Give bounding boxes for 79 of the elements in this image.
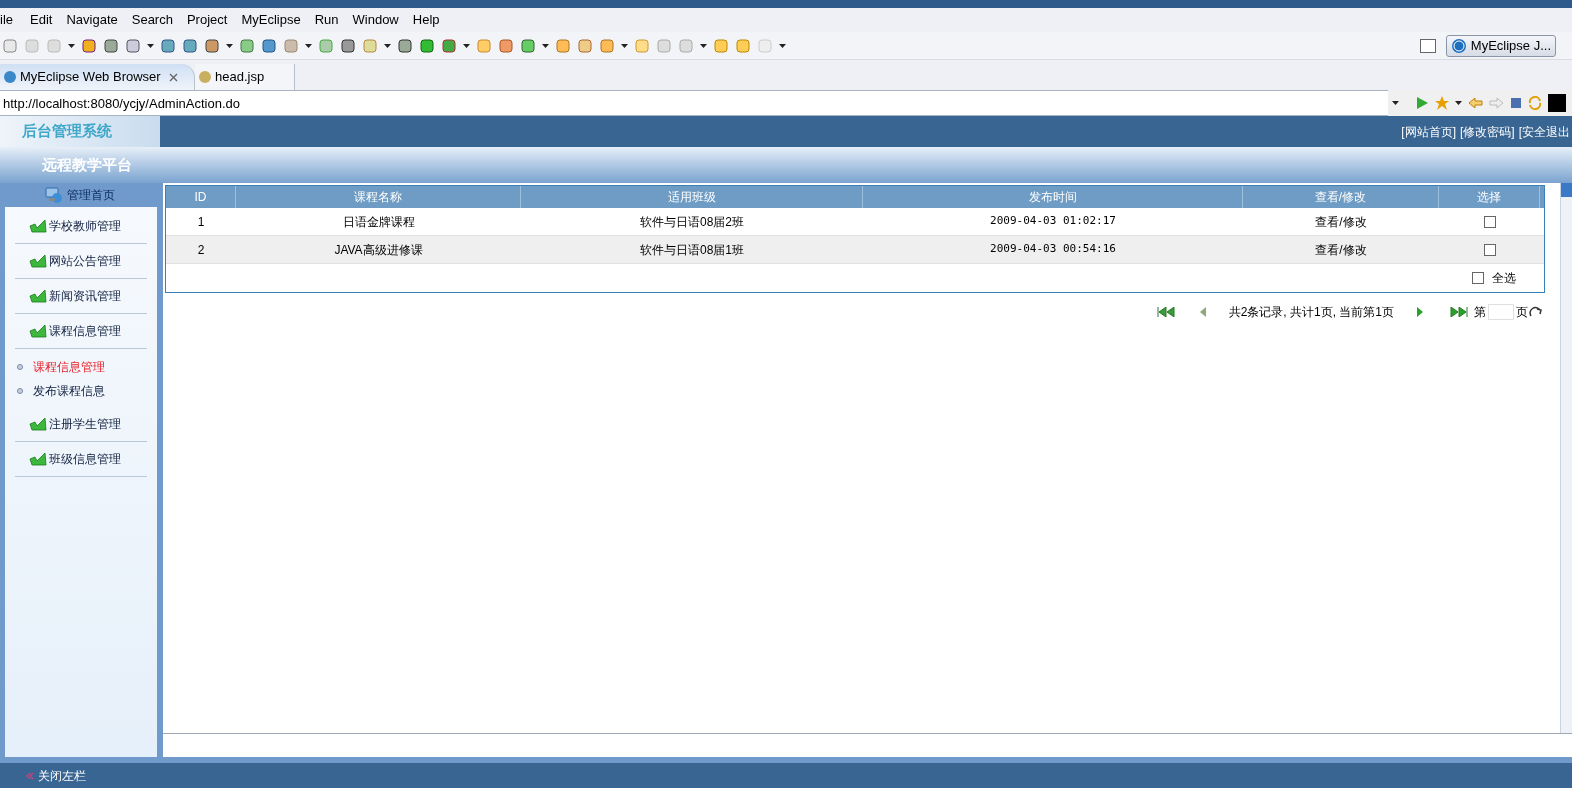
check-arrow-icon xyxy=(29,254,47,268)
previous-page-icon[interactable] xyxy=(1198,307,1207,317)
curved-arrow-icon[interactable] xyxy=(1529,306,1543,318)
check-arrow-icon xyxy=(29,219,47,233)
check-arrow-icon xyxy=(29,324,47,338)
submenu-item[interactable]: 课程信息管理 xyxy=(5,355,157,379)
checkbox[interactable] xyxy=(1483,243,1496,256)
dropdown-arrow-icon[interactable] xyxy=(147,43,154,48)
logo-text: 后台管理系统 xyxy=(22,121,112,142)
play-icon[interactable] xyxy=(1415,96,1429,110)
checkbox[interactable] xyxy=(1483,215,1496,228)
perspective-button[interactable]: MyEclipse J... xyxy=(1445,34,1556,57)
dropdown-arrow-icon[interactable] xyxy=(1455,101,1462,105)
dropdown-arrow-icon[interactable] xyxy=(542,43,549,48)
page-label: 第 xyxy=(1474,304,1486,321)
dropdown-arrow-icon[interactable] xyxy=(621,43,628,48)
dropdown-arrow-icon[interactable] xyxy=(463,43,470,48)
submenu-item[interactable]: 发布课程信息 xyxy=(5,379,157,403)
dropdown-arrow-icon[interactable] xyxy=(1392,101,1399,105)
editor-tab[interactable]: MyEclipse Web Browser xyxy=(0,64,195,90)
close-sidebar-link[interactable]: 关闭左栏 xyxy=(38,766,86,785)
next-page-icon[interactable] xyxy=(1416,307,1424,317)
sidebar-home-link[interactable]: 管理首页 xyxy=(67,186,115,204)
first-page-icon[interactable] xyxy=(1156,307,1175,317)
check-arrow-icon xyxy=(29,289,47,303)
sidebar-item[interactable]: 网站公告管理 xyxy=(15,244,147,279)
table-cell-text: 2009-04-03 00:54:16 xyxy=(989,241,1117,258)
select-all-label: 全选 xyxy=(1492,270,1516,287)
header-link[interactable]: [修改密码] xyxy=(1460,122,1515,141)
table-cell-text: 1 xyxy=(196,213,206,231)
checkbox[interactable] xyxy=(1472,272,1484,284)
computer-globe-icon xyxy=(45,186,63,204)
sidebar-item[interactable]: 注册学生管理 xyxy=(15,407,147,442)
tab-label: head.jsp xyxy=(215,68,265,87)
view-edit-link[interactable]: 查看/修改 xyxy=(1315,240,1367,259)
check-arrow-icon xyxy=(29,452,47,466)
menu-item[interactable]: MyEclipse xyxy=(234,10,308,30)
table-cell-text: 2 xyxy=(196,241,206,259)
view-edit-link[interactable]: 查看/修改 xyxy=(1315,212,1367,231)
letter-circle-icon xyxy=(1450,37,1467,54)
close-icon[interactable] xyxy=(168,72,178,82)
dropdown-arrow-icon[interactable] xyxy=(384,43,391,48)
address-field[interactable]: http://localhost:8080/ycjy/AdminAction.do xyxy=(0,90,1388,116)
table-cell-text: 软件与日语08届1班 xyxy=(639,241,745,259)
menu-item[interactable]: Project xyxy=(179,10,235,30)
table-cell-text: JAVA高级进修课 xyxy=(333,241,424,259)
check-arrow-icon xyxy=(29,417,47,431)
page-number-field[interactable] xyxy=(1488,304,1514,320)
dropdown-arrow-icon[interactable] xyxy=(68,43,75,48)
menu-item[interactable]: ile xyxy=(0,10,23,30)
table-cell-text: 2009-04-03 01:02:17 xyxy=(989,213,1117,230)
stop-icon[interactable] xyxy=(1510,97,1522,109)
dropdown-arrow-icon[interactable] xyxy=(779,43,786,48)
dropdown-arrow-icon[interactable] xyxy=(700,43,707,48)
table-cell-text: 日语金牌课程 xyxy=(341,213,416,231)
table-cell-text: 软件与日语08届2班 xyxy=(639,213,745,231)
menu-item[interactable]: Edit xyxy=(23,10,60,30)
menu-item[interactable]: Navigate xyxy=(59,10,125,30)
toolbar-block xyxy=(1548,94,1566,112)
dropdown-arrow-icon[interactable] xyxy=(226,43,233,48)
platform-title: 远程教学平台 xyxy=(42,154,132,175)
menu-item[interactable]: Search xyxy=(124,10,180,30)
last-page-icon[interactable] xyxy=(1450,307,1468,317)
menu-item[interactable]: Run xyxy=(307,10,346,30)
sidebar-item[interactable]: 新闻资讯管理 xyxy=(15,279,147,314)
header-link[interactable]: [网站首页] xyxy=(1401,122,1456,141)
menu-item[interactable]: Help xyxy=(405,10,447,30)
pager-summary: 共2条记录, 共计1页, 当前第1页 xyxy=(1228,304,1394,321)
sidebar-item[interactable]: 课程信息管理 xyxy=(15,314,147,349)
header-link[interactable]: [安全退出 xyxy=(1518,122,1570,141)
editor-tab[interactable]: head.jsp xyxy=(195,64,295,90)
star-icon[interactable] xyxy=(1435,96,1449,110)
page-label: 页 xyxy=(1516,304,1528,321)
tab-label: MyEclipse Web Browser xyxy=(20,68,161,87)
sidebar-item[interactable]: 学校教师管理 xyxy=(15,209,147,244)
dropdown-arrow-icon[interactable] xyxy=(305,43,312,48)
double-chevron-icon xyxy=(26,771,34,780)
menu-item[interactable]: Window xyxy=(345,10,406,30)
sidebar-item[interactable]: 班级信息管理 xyxy=(15,442,147,477)
